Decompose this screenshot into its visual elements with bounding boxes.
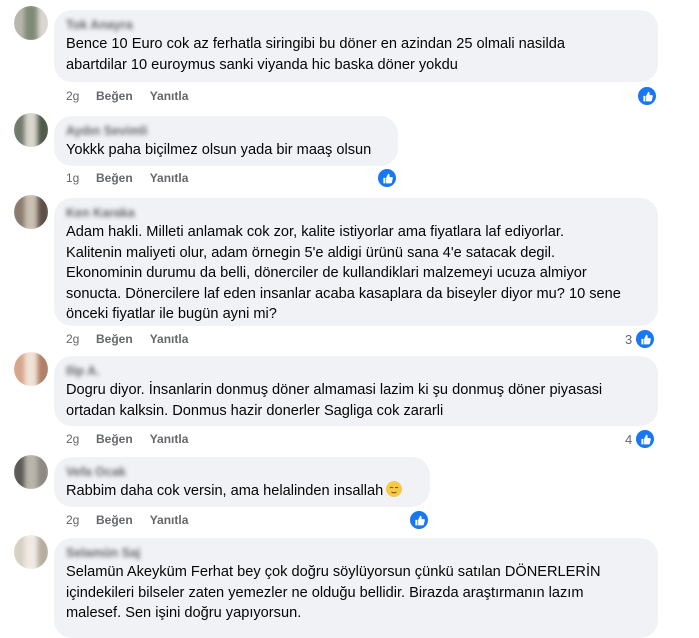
avatar[interactable]: [14, 535, 48, 569]
avatar[interactable]: [14, 6, 48, 40]
comment-text: Bence 10 Euro cok az ferhatla siringibi …: [66, 36, 565, 73]
like-button[interactable]: Beğen: [96, 432, 133, 446]
reply-button[interactable]: Yanıtla: [150, 89, 189, 103]
like-button[interactable]: Beğen: [96, 332, 133, 346]
reply-button[interactable]: Yanıtla: [150, 513, 189, 527]
comment-actions: 2g Beğen Yanıtla: [66, 331, 205, 347]
comment-actions: 2g Beğen Yanıtla: [66, 512, 205, 528]
reaction-summary[interactable]: [376, 167, 398, 189]
comment-text: Adam hakli. Milleti anlamak cok zor, kal…: [66, 224, 621, 322]
comment-bubble: Ken Karaka Adam hakli. Milleti anlamak c…: [54, 198, 658, 326]
comment-author[interactable]: Tok Anayra: [66, 18, 646, 32]
comment-actions: 2g Beğen Yanıtla: [66, 431, 205, 447]
avatar[interactable]: [14, 455, 48, 489]
relieved-face-emoji-icon: [386, 481, 403, 497]
reaction-count: 3: [625, 331, 633, 347]
comment-author[interactable]: Ilip A.: [66, 364, 646, 378]
reply-button[interactable]: Yanıtla: [150, 432, 189, 446]
comment-actions: 2g Beğen Yanıtla: [66, 88, 205, 104]
reply-button[interactable]: Yanıtla: [150, 171, 189, 185]
comment-bubble: Tok Anayra Bence 10 Euro cok az ferhatla…: [54, 10, 658, 82]
reaction-summary[interactable]: [408, 509, 430, 531]
reaction-count: 4: [625, 431, 633, 447]
comment-bubble: Aydın Sevimli Yokkk paha biçilmez olsun …: [54, 116, 398, 166]
comment-author[interactable]: Vefa Ocak: [66, 465, 418, 479]
avatar[interactable]: [14, 352, 48, 386]
comment-bubble: Ilip A. Dogru diyor. İnsanlarin donmuş d…: [54, 356, 658, 426]
comment-time[interactable]: 2g: [66, 432, 96, 446]
reaction-summary[interactable]: 3: [625, 328, 657, 350]
comment-actions: 1g Beğen Yanıtla: [66, 170, 205, 186]
comment-text: Yokkk paha biçilmez olsun yada bir maaş …: [66, 142, 372, 158]
comment-bubble: Vefa Ocak Rabbim daha cok versin, ama he…: [54, 457, 430, 507]
thumbs-up-icon: [408, 509, 430, 531]
reaction-summary[interactable]: 4: [625, 428, 657, 450]
comment-bubble: Selamün Saj Selamün Akeyküm Ferhat bey ç…: [54, 538, 658, 638]
comment-author[interactable]: Selamün Saj: [66, 546, 646, 560]
comment-author[interactable]: Ken Karaka: [66, 206, 646, 220]
avatar[interactable]: [14, 113, 48, 147]
comment-author[interactable]: Aydın Sevimli: [66, 124, 386, 138]
comment-text: Dogru diyor. İnsanlarin donmuş döner alm…: [66, 382, 603, 419]
reaction-summary[interactable]: [636, 85, 658, 107]
thumbs-up-icon: [634, 428, 657, 450]
reply-button[interactable]: Yanıtla: [150, 332, 189, 346]
comment-time[interactable]: 2g: [66, 513, 96, 527]
comment-text-content: Rabbim daha cok versin, ama helalinden i…: [66, 483, 384, 499]
comment-time[interactable]: 2g: [66, 332, 96, 346]
thumbs-up-icon: [636, 85, 658, 107]
comment-time[interactable]: 2g: [66, 89, 96, 103]
like-button[interactable]: Beğen: [96, 89, 133, 103]
like-button[interactable]: Beğen: [96, 171, 133, 185]
like-button[interactable]: Beğen: [96, 513, 133, 527]
comment-text: Selamün Akeyküm Ferhat bey çok doğru söy…: [66, 564, 601, 621]
comment-text: Rabbim daha cok versin, ama helalinden i…: [66, 481, 418, 502]
thumbs-up-icon: [634, 328, 657, 350]
thumbs-up-icon: [376, 167, 398, 189]
avatar[interactable]: [14, 195, 48, 229]
comment-time[interactable]: 1g: [66, 171, 96, 185]
